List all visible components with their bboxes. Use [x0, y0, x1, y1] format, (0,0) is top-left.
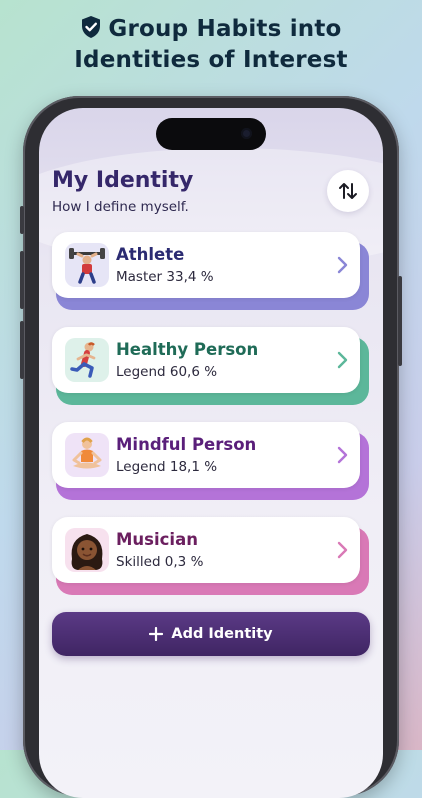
identity-card-body: Mindful Person Legend 18,1 %	[52, 422, 360, 488]
add-identity-button[interactable]: Add Identity	[52, 612, 370, 656]
promo-title: Group Habits into Identities of Interest	[0, 14, 422, 76]
identity-level: Master 33,4 %	[116, 269, 214, 285]
identity-level: Skilled 0,3 %	[116, 554, 204, 570]
phone-power-button	[398, 276, 402, 366]
identity-card-mindful-person[interactable]: Mindful Person Legend 18,1 %	[52, 422, 369, 500]
identity-level: Legend 18,1 %	[116, 459, 218, 475]
identity-name: Musician	[116, 530, 198, 549]
add-identity-label: Add Identity	[171, 626, 273, 642]
sort-arrows-icon	[339, 183, 357, 199]
promo-title-line-2: Identities of Interest	[74, 47, 348, 73]
phone-action-button	[20, 206, 24, 234]
person-avatar-icon	[65, 528, 109, 572]
page-subtitle: How I define myself.	[52, 199, 189, 215]
front-camera-icon	[241, 128, 252, 139]
identity-card-healthy-person[interactable]: Healthy Person Legend 60,6 %	[52, 327, 369, 405]
identity-name: Mindful Person	[116, 435, 257, 454]
identity-name: Athlete	[116, 245, 185, 264]
shield-check-icon	[82, 16, 101, 38]
identity-card-body: Musician Skilled 0,3 %	[52, 517, 360, 583]
identity-name: Healthy Person	[116, 340, 259, 359]
runner-icon	[65, 338, 109, 382]
phone-volume-up-button	[20, 251, 24, 309]
chevron-right-icon	[337, 446, 348, 464]
identity-card-musician[interactable]: Musician Skilled 0,3 %	[52, 517, 369, 595]
phone-frame: My Identity How I define myself. Athlete…	[20, 96, 402, 798]
plus-icon	[149, 627, 164, 641]
page-title: My Identity	[52, 168, 194, 193]
promo-title-line-1: Group Habits into	[108, 16, 342, 42]
identity-level: Legend 60,6 %	[116, 364, 218, 380]
identity-card-athlete[interactable]: Athlete Master 33,4 %	[52, 232, 369, 310]
chevron-right-icon	[337, 541, 348, 559]
chevron-right-icon	[337, 256, 348, 274]
meditation-icon	[65, 433, 109, 477]
chevron-right-icon	[337, 351, 348, 369]
weightlifter-icon	[65, 243, 109, 287]
phone-volume-down-button	[20, 321, 24, 379]
dynamic-island	[156, 118, 266, 150]
identity-card-body: Healthy Person Legend 60,6 %	[52, 327, 360, 393]
identity-card-body: Athlete Master 33,4 %	[52, 232, 360, 298]
sort-button[interactable]	[327, 170, 369, 212]
app-screen: My Identity How I define myself. Athlete…	[39, 108, 383, 798]
